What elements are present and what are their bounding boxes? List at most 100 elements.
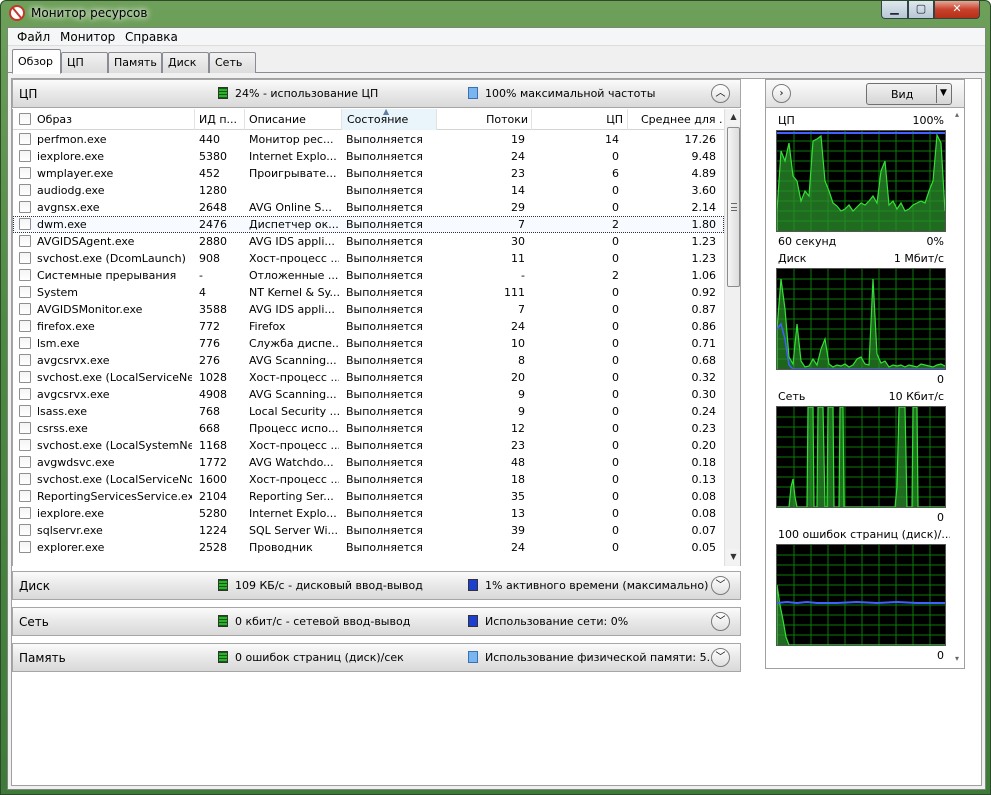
- row-checkbox[interactable]: [19, 184, 31, 196]
- table-row[interactable]: iexplore.exe 5380 Internet Explo... Выполня…: [13, 148, 724, 165]
- menu-help[interactable]: Справка: [125, 30, 178, 44]
- table-row[interactable]: ReportingServicesService.exe 2104 Reportin…: [13, 488, 724, 505]
- network-graph-title: Сеть: [778, 390, 806, 403]
- col-image[interactable]: Образ: [37, 113, 192, 126]
- row-checkbox[interactable]: [19, 320, 31, 332]
- process-cpu: 0: [612, 405, 619, 418]
- col-average-cpu[interactable]: Среднее для ...: [641, 113, 723, 126]
- process-cpu: 0: [612, 303, 619, 316]
- cpu-section-header[interactable]: ЦП 24% - использование ЦП 100% максималь…: [12, 79, 741, 108]
- row-checkbox[interactable]: [19, 150, 31, 162]
- table-row[interactable]: lsm.exe 776 Служба диспе... Выполняется 10 0 0…: [13, 335, 724, 352]
- graph-scroll-up-icon[interactable]: ▴: [950, 110, 964, 124]
- row-checkbox[interactable]: [19, 201, 31, 213]
- row-checkbox[interactable]: [19, 439, 31, 451]
- row-checkbox[interactable]: [19, 167, 31, 179]
- table-row[interactable]: lsass.exe 768 Local Security ... Выполняетс…: [13, 403, 724, 420]
- process-pid: 772: [199, 320, 220, 333]
- table-scrollbar[interactable]: ▲ ▼: [724, 109, 740, 566]
- table-row[interactable]: avgcsrvx.exe 276 AVG Scanning... Выполняетс…: [13, 352, 724, 369]
- expand-chevron-icon[interactable]: ﹀: [711, 576, 730, 595]
- row-checkbox[interactable]: [19, 133, 31, 145]
- row-checkbox[interactable]: [19, 524, 31, 536]
- table-row[interactable]: svchost.exe (LocalSystemNet... 1168 Хост-п…: [13, 437, 724, 454]
- row-checkbox[interactable]: [19, 337, 31, 349]
- expand-chevron-icon[interactable]: ﹀: [711, 612, 730, 631]
- table-row[interactable]: avgcsrvx.exe 4908 AVG Scanning... Выполняет…: [13, 386, 724, 403]
- row-checkbox[interactable]: [19, 422, 31, 434]
- row-checkbox[interactable]: [19, 507, 31, 519]
- table-row[interactable]: wmplayer.exe 452 Проигрывате... Выполняется…: [13, 165, 724, 182]
- menu-file[interactable]: Файл: [17, 30, 50, 44]
- row-checkbox[interactable]: [19, 456, 31, 468]
- row-checkbox[interactable]: [19, 388, 31, 400]
- process-status: Выполняется: [346, 235, 423, 248]
- row-checkbox[interactable]: [19, 252, 31, 264]
- table-row[interactable]: avgwdsvc.exe 1772 AVG Watchdo... Выполняетс…: [13, 454, 724, 471]
- tab-network[interactable]: Сеть: [209, 52, 256, 73]
- graph-panel-scrollbar[interactable]: ▴ ▾: [950, 110, 964, 668]
- table-row[interactable]: csrss.exe 668 Процесс испо... Выполняется 12…: [13, 420, 724, 437]
- table-row[interactable]: svchost.exe (LocalServiceNo... 1600 Хост-п…: [13, 471, 724, 488]
- process-threads: 111: [504, 286, 525, 299]
- table-row[interactable]: System 4 NT Kernel & Sy... Выполняется 111 0 0…: [13, 284, 724, 301]
- memory-section-header[interactable]: Память 0 ошибок страниц (диск)/сек Испол…: [12, 643, 741, 672]
- process-threads: 24: [511, 150, 525, 163]
- menu-monitor[interactable]: Монитор: [60, 30, 115, 44]
- row-checkbox[interactable]: [19, 490, 31, 502]
- process-threads: 14: [511, 184, 525, 197]
- table-row[interactable]: perfmon.exe 440 Монитор рес... Выполняется 1…: [13, 131, 724, 148]
- row-checkbox[interactable]: [19, 405, 31, 417]
- row-checkbox[interactable]: [19, 541, 31, 553]
- title-bar[interactable]: Монитор ресурсов ▁ ▢ ✕: [1, 1, 990, 27]
- col-description[interactable]: Описание: [249, 113, 341, 126]
- table-row[interactable]: iexplore.exe 5280 Internet Explo... Выполня…: [13, 505, 724, 522]
- process-status: Выполняется: [346, 541, 423, 554]
- process-status: Выполняется: [346, 388, 423, 401]
- disk-section-header[interactable]: Диск 109 КБ/с - дисковый ввод-вывод 1% а…: [12, 571, 741, 600]
- table-row[interactable]: AVGIDSMonitor.exe 3588 AVG IDS appli... Вып…: [13, 301, 724, 318]
- collapse-panel-arrow-icon[interactable]: ›: [772, 84, 791, 103]
- row-checkbox[interactable]: [19, 218, 31, 230]
- window-title: Монитор ресурсов: [31, 6, 148, 20]
- table-row[interactable]: audiodg.exe 1280 Выполняется 14 0 3.60: [13, 182, 724, 199]
- col-pid[interactable]: ИД п...: [199, 113, 243, 126]
- scroll-up-arrow-icon[interactable]: ▲: [726, 109, 740, 125]
- process-threads: 7: [518, 218, 525, 231]
- row-checkbox[interactable]: [19, 235, 31, 247]
- row-checkbox[interactable]: [19, 354, 31, 366]
- row-checkbox[interactable]: [19, 371, 31, 383]
- process-description: AVG Watchdo...: [249, 456, 334, 469]
- view-dropdown-button[interactable]: Вид ▼: [866, 83, 952, 105]
- col-threads[interactable]: Потоки: [437, 113, 528, 126]
- col-cpu[interactable]: ЦП: [532, 113, 623, 126]
- process-status: Выполняется: [346, 218, 423, 231]
- table-row[interactable]: Системные прерывания - Отложенные ... Выпол…: [13, 267, 724, 284]
- table-row[interactable]: firefox.exe 772 Firefox Выполняется 24 0 0.86: [13, 318, 724, 335]
- table-row[interactable]: dwm.exe 2476 Диспетчер ок... Выполняется 7 2 1…: [13, 216, 724, 233]
- table-row[interactable]: AVGIDSAgent.exe 2880 AVG IDS appli... Выпол…: [13, 233, 724, 250]
- graph-scroll-down-icon[interactable]: ▾: [950, 654, 964, 668]
- table-row[interactable]: avgnsx.exe 2648 AVG Online S... Выполняется…: [13, 199, 724, 216]
- tab-cpu[interactable]: ЦП: [61, 52, 108, 73]
- row-checkbox[interactable]: [19, 269, 31, 281]
- row-checkbox[interactable]: [19, 303, 31, 315]
- table-row[interactable]: svchost.exe (DcomLaunch) 908 Хост-процесс …: [13, 250, 724, 267]
- minimize-button[interactable]: ▁: [881, 1, 908, 19]
- network-section-header[interactable]: Сеть 0 кбит/с - сетевой ввод-вывод Испол…: [12, 607, 741, 636]
- tab-overview[interactable]: Обзор: [12, 49, 61, 74]
- expand-chevron-icon[interactable]: ﹀: [711, 648, 730, 667]
- select-all-checkbox[interactable]: [19, 113, 31, 125]
- collapse-chevron-icon[interactable]: ︿: [711, 84, 730, 103]
- close-button[interactable]: ✕: [934, 1, 980, 19]
- table-row[interactable]: sqlservr.exe 1224 SQL Server Wi... Выполняе…: [13, 522, 724, 539]
- row-checkbox[interactable]: [19, 286, 31, 298]
- row-checkbox[interactable]: [19, 473, 31, 485]
- table-row[interactable]: explorer.exe 2528 Проводник Выполняется 24 0 0…: [13, 539, 724, 556]
- tab-memory[interactable]: Память: [108, 52, 162, 73]
- scroll-down-arrow-icon[interactable]: ▼: [726, 549, 740, 565]
- table-row[interactable]: svchost.exe (LocalServiceNet... 1028 Хост-…: [13, 369, 724, 386]
- tab-disk[interactable]: Диск: [162, 52, 209, 73]
- scroll-thumb[interactable]: [727, 127, 740, 287]
- maximize-button[interactable]: ▢: [908, 1, 934, 19]
